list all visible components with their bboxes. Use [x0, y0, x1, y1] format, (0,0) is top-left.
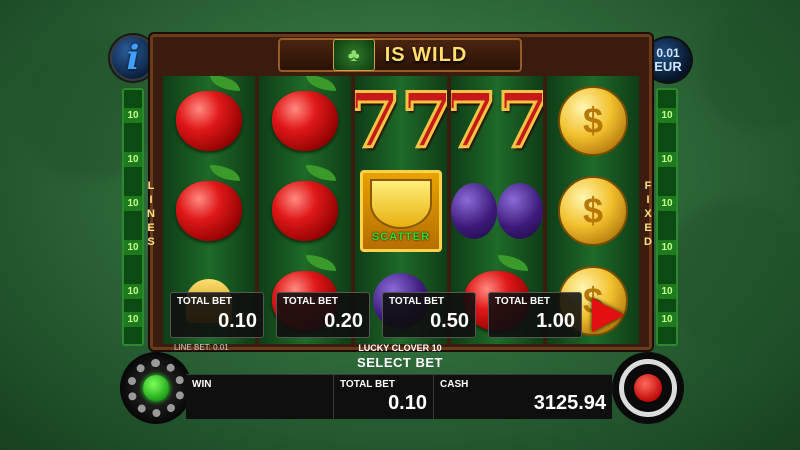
line-marker[interactable]: 10	[658, 284, 676, 299]
line-marker[interactable]: 10	[124, 152, 142, 167]
background-leaf	[660, 200, 800, 350]
denomination-currency: EUR	[654, 58, 682, 74]
cash-value: 3125.94	[533, 392, 606, 414]
line-marker[interactable]: 10	[658, 108, 676, 123]
total-bet-cell: TOTAL BET 0.10	[334, 375, 434, 419]
game-title: LUCKY CLOVER 10	[358, 343, 442, 353]
symbol-apple	[259, 165, 351, 256]
bet-option-label: TOTAL BET	[389, 296, 444, 307]
total-bet-value: 0.10	[388, 392, 427, 414]
autoplay-spin-icon	[619, 359, 677, 417]
spin-button[interactable]	[612, 352, 684, 424]
symbol-plum	[451, 166, 543, 256]
bet-option-button[interactable]: TOTAL BET 0.50	[382, 292, 476, 338]
gear-icon	[127, 359, 185, 417]
symbol-coin: $	[547, 76, 639, 166]
line-marker[interactable]: 10	[658, 196, 676, 211]
play-arrow-icon[interactable]	[592, 298, 624, 332]
win-label: WIN	[192, 379, 212, 390]
clover-icon: ♣	[332, 39, 375, 71]
symbol-coin: $	[547, 166, 639, 256]
background-leaf	[700, 10, 800, 130]
info-icon: i	[126, 38, 140, 78]
line-marker[interactable]: 10	[124, 108, 142, 123]
symbol-seven: 77	[355, 76, 447, 165]
cash-label: CASH	[440, 379, 469, 390]
denomination-value: 0.01	[656, 45, 680, 60]
bet-option-button[interactable]: TOTAL BET 1.00	[488, 292, 582, 338]
cash-cell: CASH 3125.94	[434, 375, 612, 419]
bet-option-label: TOTAL BET	[283, 296, 338, 307]
right-lines-indicator: 10 10 10 10 10 10	[656, 88, 678, 346]
lines-label: LINES	[145, 180, 157, 250]
symbol-apple	[163, 165, 255, 256]
symbol-seven: 77	[451, 76, 543, 165]
bet-options: TOTAL BET 0.10 TOTAL BET 0.20 TOTAL BET …	[170, 292, 582, 338]
symbol-banana-scatter: SCATTER	[355, 166, 447, 256]
line-marker[interactable]: 10	[658, 312, 676, 327]
scatter-label: SCATTER	[371, 231, 431, 243]
fixed-label: FIXED	[642, 180, 654, 250]
bet-option-value: 1.00	[536, 310, 575, 332]
status-panel: WIN TOTAL BET 0.10 CASH 3125.94	[186, 374, 612, 419]
left-lines-indicator: 10 10 10 10 10 10	[122, 88, 144, 346]
wild-banner: ♣ IS WILD	[278, 38, 522, 72]
bet-option-value: 0.10	[218, 310, 257, 332]
line-marker[interactable]: 10	[124, 312, 142, 327]
symbol-apple	[259, 76, 351, 166]
line-marker[interactable]: 10	[124, 196, 142, 211]
bet-option-button[interactable]: TOTAL BET 0.10	[170, 292, 264, 338]
line-marker[interactable]: 10	[124, 240, 142, 255]
bet-option-label: TOTAL BET	[177, 296, 232, 307]
wild-banner-text: IS WILD	[384, 43, 468, 66]
line-marker[interactable]: 10	[658, 240, 676, 255]
bet-option-button[interactable]: TOTAL BET 0.20	[276, 292, 370, 338]
bet-option-value: 0.50	[430, 310, 469, 332]
symbol-apple	[163, 76, 255, 166]
line-marker[interactable]: 10	[658, 152, 676, 167]
win-cell: WIN	[186, 375, 334, 419]
line-marker[interactable]: 10	[124, 284, 142, 299]
settings-button[interactable]	[120, 352, 192, 424]
select-bet-prompt: SELECT BET	[357, 355, 443, 370]
bet-option-label: TOTAL BET	[495, 296, 550, 307]
bet-option-value: 0.20	[324, 310, 363, 332]
total-bet-label: TOTAL BET	[340, 379, 395, 390]
